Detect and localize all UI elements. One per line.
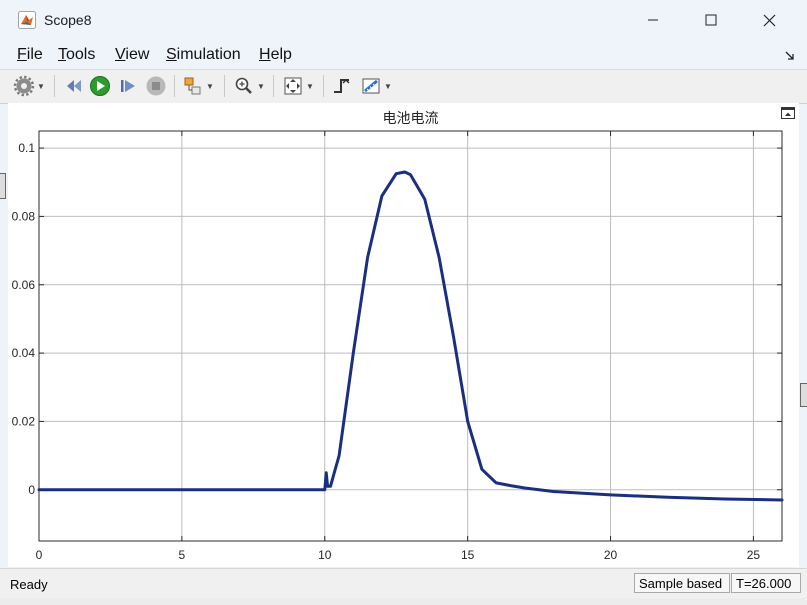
x-tick-label: 15	[461, 548, 475, 562]
plot-area	[38, 130, 783, 542]
x-tick-label: 20	[604, 548, 618, 562]
chart-title: 电池电流	[383, 111, 439, 127]
background-model-canvas	[0, 598, 807, 605]
status-text: Ready	[10, 577, 48, 592]
series-line	[37, 170, 784, 502]
sample-mode-badge: Sample based	[634, 573, 730, 593]
y-tick-label: 0	[28, 483, 35, 497]
background-block	[0, 173, 6, 199]
background-block	[800, 383, 807, 407]
y-tick-label: 0.08	[12, 209, 36, 223]
simulation-time-readout: T=26.000	[731, 573, 801, 593]
x-tick-label: 5	[179, 548, 186, 562]
x-tick-label: 10	[318, 548, 332, 562]
y-tick-label: 0.04	[12, 346, 36, 360]
x-tick-label: 25	[747, 548, 761, 562]
status-bar: Ready Sample based T=26.000	[0, 568, 807, 599]
y-tick-label: 0.02	[12, 414, 36, 428]
y-tick-label: 0.06	[12, 278, 36, 292]
x-tick-label: 0	[36, 548, 43, 562]
y-tick-label: 0.1	[18, 141, 35, 155]
line-chart[interactable]: 0 5 10 15 20 25 0 0.02 0.04 0.06 0.08 0.1 电池电流	[0, 0, 807, 605]
